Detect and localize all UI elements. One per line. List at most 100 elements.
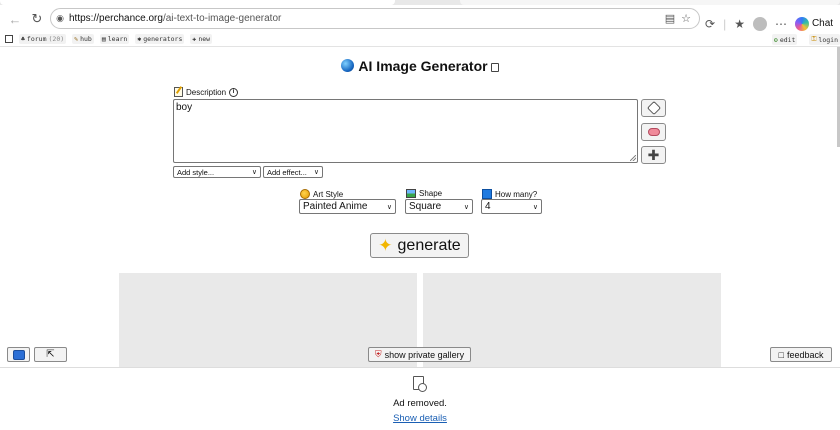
chevron-down-icon: ∨ — [463, 203, 469, 211]
chat-label: Chat — [811, 18, 834, 29]
reader-icon[interactable]: ▤ — [665, 12, 675, 25]
url-host: https://perchance.org — [69, 13, 163, 24]
chevron-down-icon: ∨ — [532, 203, 538, 211]
info-icon[interactable]: i — [229, 87, 239, 97]
sparkles-icon: ✦ — [378, 236, 393, 255]
scroll-top-button[interactable]: ⇱ — [34, 347, 67, 362]
eraser-icon — [647, 128, 660, 136]
address-bar-actions: ▤ ☆ — [665, 12, 691, 25]
resize-handle[interactable] — [630, 155, 636, 161]
generate-button[interactable]: ✦ generate — [370, 233, 469, 258]
dice-icon — [646, 100, 661, 116]
add-effect-value: Add effect... — [267, 167, 307, 177]
key-icon: ⚿ — [811, 35, 817, 43]
art-style-select[interactable]: Painted Anime ∨ — [299, 199, 396, 214]
url-path: /ai-text-to-image-generator — [162, 13, 282, 24]
ad-region: Ad removed. Show details — [0, 367, 840, 430]
chevron-down-icon: ∨ — [251, 169, 257, 176]
how-many-label-text: How many? — [495, 189, 538, 199]
add-prompt-button[interactable]: ✚ — [641, 146, 666, 164]
nav-login-label: login — [818, 35, 838, 44]
chevron-down-icon: ∨ — [313, 169, 319, 176]
random-prompt-button[interactable] — [641, 99, 666, 117]
private-gallery-button[interactable]: ⛨ show private gallery — [368, 347, 471, 362]
page-title: AI Image Generator — [0, 58, 840, 74]
shape-select[interactable]: Square ∨ — [405, 199, 473, 214]
show-details-link[interactable]: Show details — [0, 413, 840, 424]
nav-edit-label: edit — [779, 35, 796, 44]
favorites-icon[interactable]: ★ — [734, 17, 745, 31]
nav-forum[interactable]: ♣ forum (20) — [19, 34, 67, 44]
learn-icon: ▤ — [101, 35, 106, 43]
number-icon — [482, 189, 492, 199]
nav-hub[interactable]: ✎ hub — [72, 34, 94, 44]
add-effect-select[interactable]: Add effect... ∨ — [263, 166, 323, 178]
landscape-icon — [406, 189, 416, 198]
nav-edit[interactable]: ⚙ edit — [771, 34, 798, 45]
how-many-select[interactable]: 4 ∨ — [481, 199, 542, 214]
shape-label: Shape — [406, 189, 442, 198]
copilot-sidebar-icon[interactable]: ⟳ — [705, 17, 715, 31]
hub-icon: ✎ — [74, 35, 79, 43]
description-value: boy — [176, 102, 193, 113]
favorite-star-icon[interactable]: ☆ — [681, 12, 691, 25]
globe-icon — [341, 59, 355, 72]
shield-icon: ⛨ — [374, 349, 382, 359]
nav-new[interactable]: ✚ new — [190, 34, 213, 44]
memo-icon — [174, 87, 183, 97]
chat-button[interactable]: Chat — [794, 16, 834, 31]
art-style-label-text: Art Style — [313, 189, 344, 199]
page-content: AI Image Generator Description i boy ✚ A… — [0, 47, 840, 430]
arrow-up-left-icon: ⇱ — [46, 349, 55, 360]
art-style-label: Art Style — [300, 189, 343, 199]
nav-hub-label: hub — [80, 35, 92, 43]
shape-label-text: Shape — [419, 189, 443, 198]
generators-icon: ✱ — [137, 35, 142, 43]
how-many-value: 4 — [485, 201, 491, 212]
description-textarea[interactable]: boy — [173, 99, 638, 163]
art-style-value: Painted Anime — [303, 201, 368, 212]
nav-generators[interactable]: ✱ generators — [135, 34, 185, 44]
clear-prompt-button[interactable] — [641, 123, 666, 141]
nav-new-label: new — [198, 35, 211, 43]
shape-value: Square — [409, 201, 442, 212]
nav-login[interactable]: ⚿ login — [809, 34, 840, 45]
site-info-icon[interactable]: ◉ — [51, 13, 69, 24]
how-many-label: How many? — [482, 189, 537, 199]
address-bar[interactable]: ◉ https://perchance.org/ai-text-to-image… — [50, 8, 700, 29]
nav-learn-label: learn — [107, 35, 128, 43]
puzzle-icon — [12, 349, 25, 360]
edit-icon: ⚙ — [773, 35, 778, 44]
extension-button[interactable] — [7, 347, 30, 362]
profile-icon[interactable] — [752, 16, 767, 31]
page-nav-bar: ♣ forum (20) ✎ hub ▤ learn ✱ generators … — [0, 32, 840, 47]
plus-icon: ✚ — [647, 147, 660, 163]
chevron-down-icon: ∨ — [386, 203, 392, 211]
nav-forum-count: (20) — [48, 35, 65, 43]
page-title-text: AI Image Generator — [358, 58, 488, 74]
show-details-label: Show details — [393, 413, 447, 424]
description-label: Description i — [174, 87, 239, 97]
new-icon: ✚ — [192, 35, 197, 43]
nav-right: ⚙ edit ⚿ login — [766, 34, 840, 45]
private-gallery-label: show private gallery — [384, 349, 465, 360]
edit-square-icon[interactable] — [490, 63, 499, 72]
copilot-icon — [794, 16, 809, 31]
back-icon[interactable]: ← — [5, 9, 25, 29]
generate-label: generate — [397, 236, 461, 254]
more-icon[interactable]: ⋯ — [775, 17, 787, 31]
nav-learn[interactable]: ▤ learn — [99, 34, 130, 44]
nav-forum-label: forum — [26, 35, 47, 43]
forum-icon: ♣ — [21, 35, 25, 43]
ad-removed-icon — [413, 376, 427, 392]
nav-generators-label: generators — [143, 35, 183, 43]
feedback-button[interactable]: □ feedback — [770, 347, 832, 362]
comment-icon: □ — [778, 349, 784, 360]
palette-icon — [300, 189, 310, 199]
menu-square-icon[interactable] — [5, 35, 13, 43]
add-style-value: Add style... — [177, 167, 215, 177]
add-style-select[interactable]: Add style... ∨ — [173, 166, 261, 178]
description-label-text: Description — [186, 87, 227, 97]
toolbar-divider: | — [723, 16, 727, 31]
reload-icon[interactable]: ↻ — [27, 9, 47, 29]
